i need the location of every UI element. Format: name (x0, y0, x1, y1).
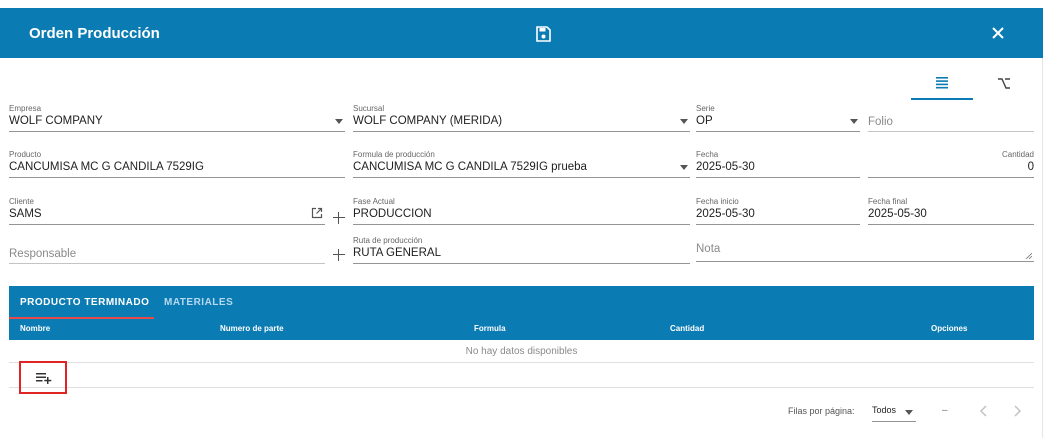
empresa-value: WOLF COMPANY (9, 115, 103, 127)
rows-per-page-label: Filas por página: (788, 406, 855, 416)
folio-placeholder: Folio (868, 116, 893, 128)
fecha-input[interactable]: Fecha 2025-05-30 (696, 150, 860, 178)
column-header-formula[interactable]: Formula (474, 324, 506, 333)
tab-label: PRODUCTO TERMINADO (20, 297, 150, 308)
add-responsable-icon[interactable] (333, 249, 345, 261)
ruta-label: Ruta de producción (353, 236, 423, 245)
option-key-icon (998, 78, 1010, 89)
formula-select[interactable]: Formula de producción CANCUMISA MC G CAN… (353, 150, 690, 178)
cliente-value: SAMS (9, 208, 42, 220)
serie-label: Serie (696, 104, 715, 113)
save-icon[interactable] (535, 26, 551, 42)
detail-tabs: PRODUCTO TERMINADO MATERIALES (9, 286, 1034, 319)
list-view-icon (936, 77, 948, 89)
serie-value: OP (696, 115, 713, 127)
fecha-final-value: 2025-05-30 (868, 208, 927, 220)
resize-handle-icon[interactable] (1026, 253, 1032, 259)
fecha-label: Fecha (696, 150, 719, 159)
cliente-field[interactable]: Cliente SAMS (9, 197, 325, 225)
playlist-add-icon (36, 373, 52, 384)
cantidad-value: 0 (1027, 161, 1034, 173)
ruta-field[interactable]: Ruta de producción RUTA GENERAL (353, 236, 690, 264)
column-header-cantidad[interactable]: Cantidad (670, 324, 704, 333)
serie-select[interactable]: Serie OP (696, 104, 860, 132)
nota-placeholder: Nota (696, 243, 721, 255)
fecha-final-input[interactable]: Fecha final 2025-05-30 (868, 197, 1034, 225)
sucursal-label: Sucursal (353, 104, 385, 113)
add-cliente-icon[interactable] (333, 212, 345, 224)
fase-field[interactable]: Fase Actual PRODUCCION (353, 197, 690, 225)
open-in-new-icon[interactable] (311, 207, 323, 219)
chevron-right-icon[interactable] (1011, 404, 1023, 418)
formula-label: Formula de producción (353, 150, 435, 159)
fase-label: Fase Actual (353, 197, 395, 206)
chevron-down-icon (335, 119, 343, 124)
empty-message: No hay datos disponibles (465, 346, 578, 357)
responsable-input[interactable]: Responsable (9, 236, 325, 264)
column-header-nombre[interactable]: Nombre (20, 324, 50, 333)
dialog-title: Orden Producción (29, 25, 160, 42)
fase-value: PRODUCCION (353, 208, 432, 220)
cantidad-input[interactable]: Cantidad 0 (868, 150, 1034, 178)
fecha-inicio-label: Fecha inicio (696, 197, 739, 206)
chevron-left-icon[interactable] (978, 404, 990, 418)
table-add-row (9, 363, 1034, 388)
chevron-down-icon (680, 165, 688, 170)
tab-producto-terminado[interactable]: PRODUCTO TERMINADO (9, 286, 154, 319)
chevron-down-icon (905, 410, 913, 415)
production-order-dialog: Orden Producción Empresa WOLF COMPANY Su… (0, 8, 1043, 438)
rows-per-page-value: Todos (872, 405, 897, 415)
sucursal-value: WOLF COMPANY (MERIDA) (353, 115, 503, 127)
formula-value: CANCUMISA MC G CANDILA 7529IG prueba (353, 161, 587, 173)
producto-field[interactable]: Producto CANCUMISA MC G CANDILA 7529IG (9, 150, 345, 178)
ruta-value: RUTA GENERAL (353, 247, 441, 259)
empresa-select[interactable]: Empresa WOLF COMPANY (9, 104, 345, 132)
producto-value: CANCUMISA MC G CANDILA 7529IG (9, 161, 204, 173)
table-empty-row: No hay datos disponibles (9, 340, 1034, 363)
table-footer: Filas por página: Todos – (0, 390, 1043, 438)
fecha-value: 2025-05-30 (696, 161, 755, 173)
table-header: Nombre Numero de parte Formula Cantidad … (9, 319, 1034, 340)
rows-per-page-select[interactable]: Todos (872, 402, 916, 422)
producto-label: Producto (9, 150, 42, 159)
list-view-tab[interactable] (911, 72, 973, 100)
dialog-header: Orden Producción (0, 8, 1043, 58)
cliente-label: Cliente (9, 197, 34, 206)
cantidad-label: Cantidad (1001, 150, 1034, 159)
nota-textarea[interactable]: Nota (696, 236, 1034, 262)
alternate-view-tab[interactable] (975, 72, 1033, 100)
chevron-down-icon (850, 119, 858, 124)
folio-input[interactable]: Folio (868, 104, 1034, 132)
column-header-opciones[interactable]: Opciones (931, 324, 967, 333)
responsable-placeholder: Responsable (9, 248, 77, 260)
fecha-inicio-value: 2025-05-30 (696, 208, 755, 220)
fecha-inicio-input[interactable]: Fecha inicio 2025-05-30 (696, 197, 860, 225)
page-range: – (942, 405, 948, 416)
close-icon[interactable] (990, 25, 1006, 41)
column-header-numero-parte[interactable]: Numero de parte (220, 324, 284, 333)
fecha-final-label: Fecha final (868, 197, 908, 206)
chevron-down-icon (680, 119, 688, 124)
empresa-label: Empresa (9, 104, 42, 113)
sucursal-select[interactable]: Sucursal WOLF COMPANY (MERIDA) (353, 104, 690, 132)
tab-label: MATERIALES (164, 297, 234, 308)
tab-materiales[interactable]: MATERIALES (154, 286, 244, 319)
